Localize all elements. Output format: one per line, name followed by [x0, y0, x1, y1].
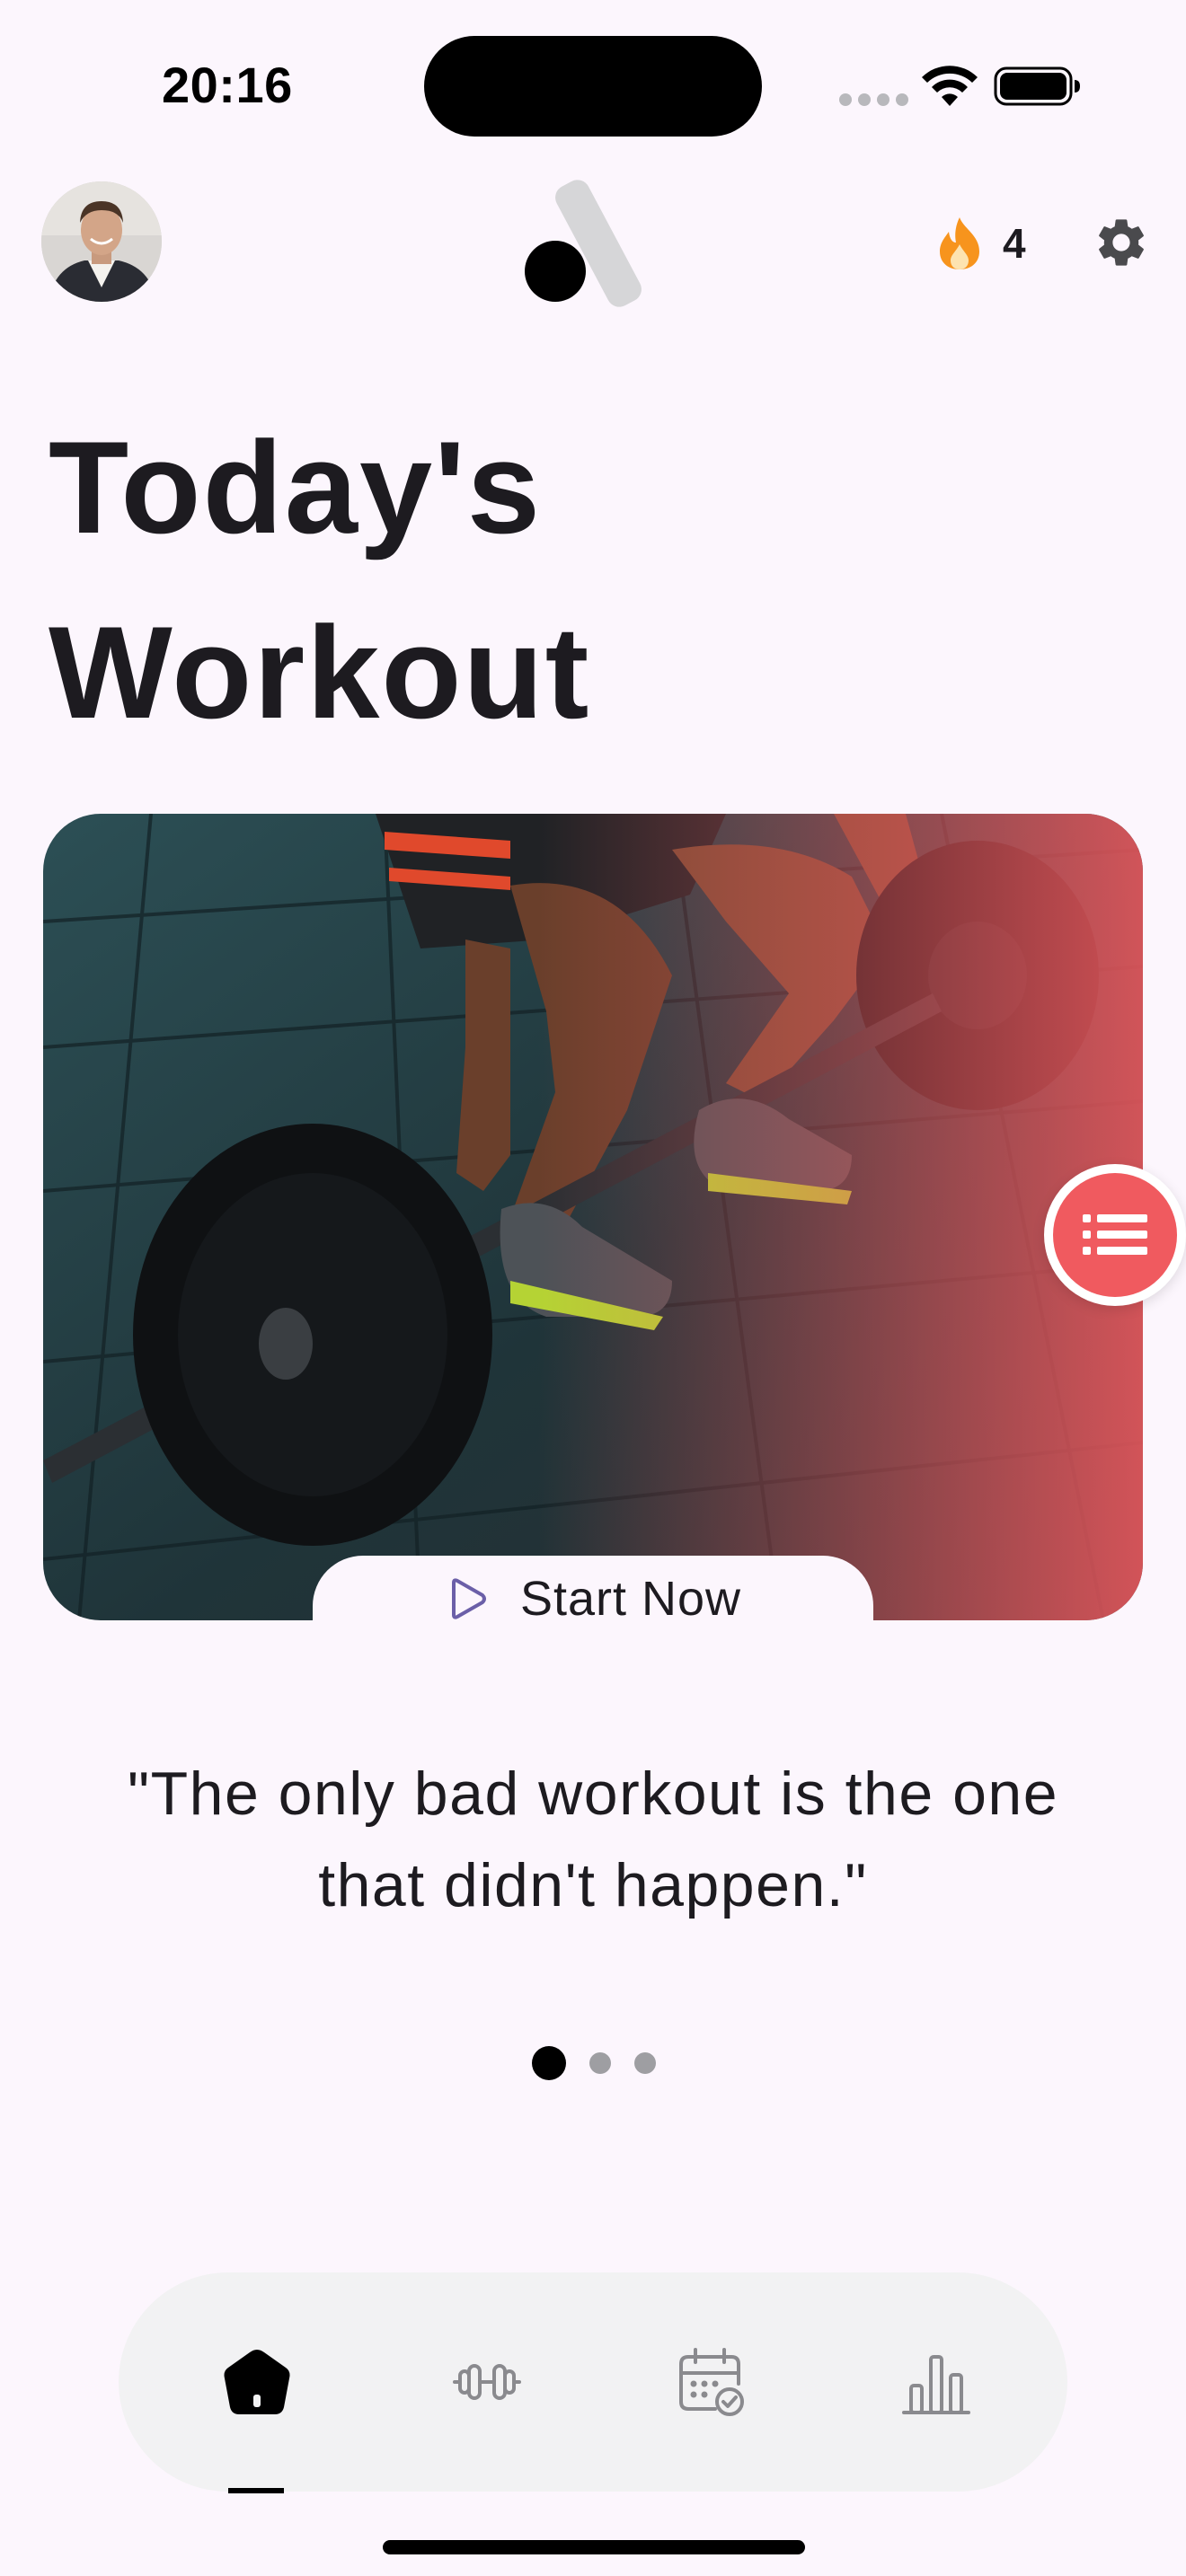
- nav-workouts[interactable]: [415, 2272, 559, 2492]
- start-now-button[interactable]: Start Now: [313, 1556, 873, 1654]
- nav-active-indicator: [228, 2488, 284, 2493]
- nav-stats[interactable]: [864, 2272, 1008, 2492]
- home-icon: [224, 2350, 290, 2414]
- quote-line-2: that didn't happen.": [318, 1851, 868, 1919]
- flame-icon: [940, 217, 979, 269]
- play-icon: [451, 1578, 486, 1619]
- bar-chart-icon: [902, 2355, 970, 2414]
- exercise-list-button-inner: [1053, 1173, 1177, 1297]
- start-now-label: Start Now: [519, 1572, 742, 1626]
- pager-dot-2[interactable]: [589, 2052, 611, 2074]
- list-icon: [1083, 1214, 1147, 1255]
- barbell-deadlift-photo: [43, 814, 1143, 1620]
- motivational-quote: "The only bad workout is the one that di…: [54, 1748, 1132, 1931]
- workout-hero-card[interactable]: [43, 814, 1143, 1620]
- page-title-line-1: Today's: [49, 414, 543, 560]
- pager-dot-1[interactable]: [532, 2046, 566, 2080]
- dynamic-island: [424, 36, 762, 137]
- quote-line-1: "The only bad workout is the one: [127, 1760, 1059, 1828]
- dumbbell-icon: [453, 2364, 521, 2400]
- cellular-signal-icon: [839, 93, 915, 110]
- bottom-navigation: [119, 2272, 1067, 2492]
- page-title-line-2: Workout: [49, 599, 591, 745]
- avatar-photo: [41, 181, 162, 302]
- quote-pager[interactable]: [532, 2046, 679, 2080]
- app-logo: [525, 180, 642, 307]
- status-icons: [839, 63, 1082, 110]
- status-time: 20:16: [162, 57, 293, 113]
- pager-dot-3[interactable]: [634, 2052, 656, 2074]
- streak-counter[interactable]: 4: [934, 212, 1026, 275]
- workout-home-screen: 20:16 4 Today's Workout Start Now "The o…: [0, 0, 1186, 2576]
- page-title: Today's Workout: [49, 395, 857, 765]
- streak-count: 4: [1003, 220, 1026, 267]
- wifi-icon: [922, 66, 978, 106]
- home-indicator[interactable]: [383, 2540, 805, 2554]
- exercise-list-button[interactable]: [1044, 1164, 1186, 1306]
- nav-home[interactable]: [185, 2272, 329, 2492]
- calendar-check-icon: [679, 2348, 744, 2416]
- gear-icon[interactable]: [1093, 214, 1150, 271]
- nav-schedule[interactable]: [638, 2272, 782, 2492]
- battery-icon: [994, 66, 1080, 106]
- avatar[interactable]: [41, 181, 162, 302]
